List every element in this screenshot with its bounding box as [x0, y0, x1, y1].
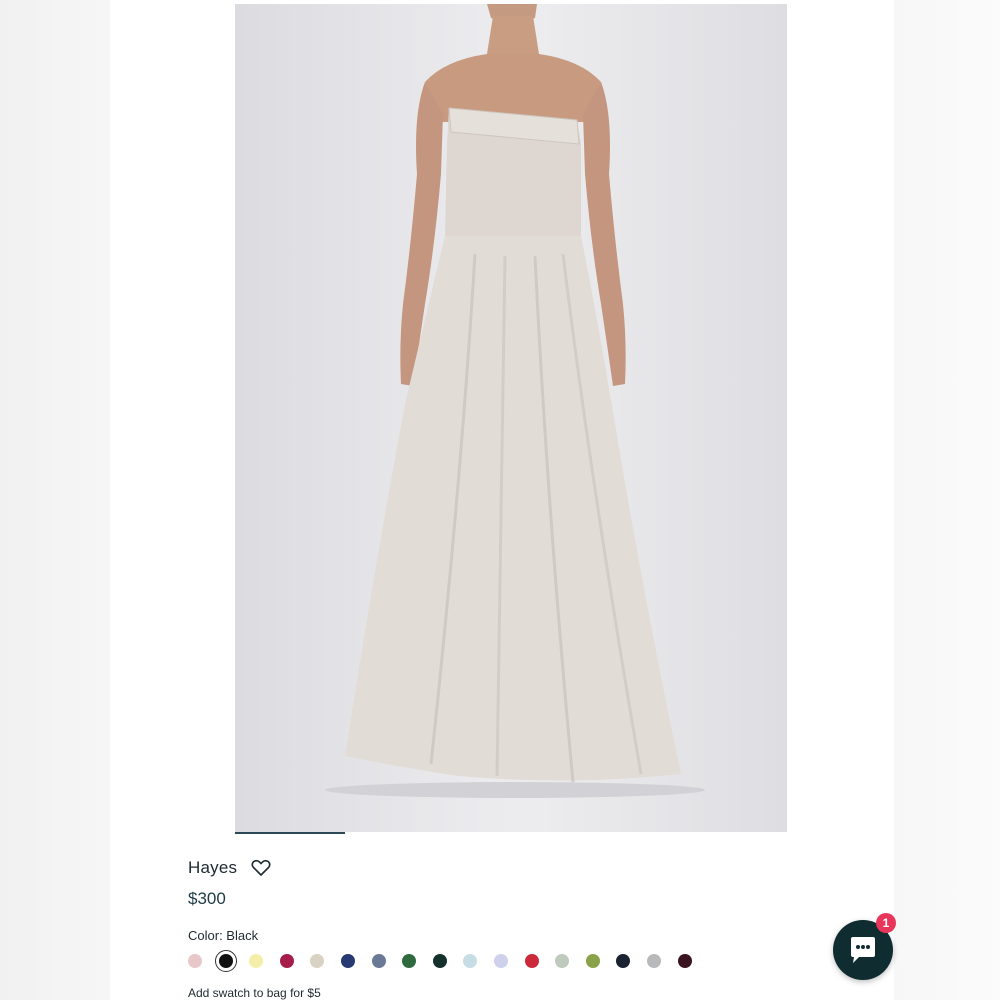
color-swatch[interactable] — [677, 954, 692, 968]
product-title: Hayes — [188, 858, 238, 877]
color-swatch[interactable] — [188, 954, 202, 968]
color-swatch[interactable] — [555, 954, 570, 968]
gallery-progress-fill — [235, 832, 346, 834]
color-swatch[interactable] — [371, 954, 386, 968]
color-swatch[interactable] — [249, 954, 264, 968]
swatch-note: Add swatch to bag for $5 — [188, 986, 321, 1000]
color-label: Color: Black — [188, 928, 259, 943]
color-swatch[interactable] — [214, 950, 237, 972]
right-background — [893, 0, 1000, 1000]
heart-icon[interactable] — [251, 859, 271, 877]
color-swatch[interactable] — [585, 954, 600, 968]
left-background — [0, 0, 111, 1000]
color-swatches — [188, 947, 708, 975]
color-swatch[interactable] — [616, 954, 631, 968]
color-swatch[interactable] — [646, 954, 661, 968]
color-swatch[interactable] — [493, 954, 508, 968]
color-swatch[interactable] — [310, 954, 325, 968]
color-swatch[interactable] — [279, 954, 294, 968]
color-swatch[interactable] — [340, 954, 355, 968]
color-swatch[interactable] — [432, 954, 447, 968]
chat-bubble-icon — [851, 937, 875, 963]
product-price: $300 — [188, 889, 226, 908]
dress-photo — [325, 4, 705, 798]
chat-notification-badge: 1 — [876, 913, 896, 933]
color-swatch[interactable] — [402, 954, 417, 968]
color-swatch[interactable] — [524, 954, 539, 968]
color-swatch[interactable] — [463, 954, 478, 968]
gallery-progress-bar — [235, 832, 787, 834]
product-page: Hayes $300 Color: Black Add swatch to ba… — [110, 0, 894, 1000]
product-image[interactable] — [235, 4, 787, 832]
